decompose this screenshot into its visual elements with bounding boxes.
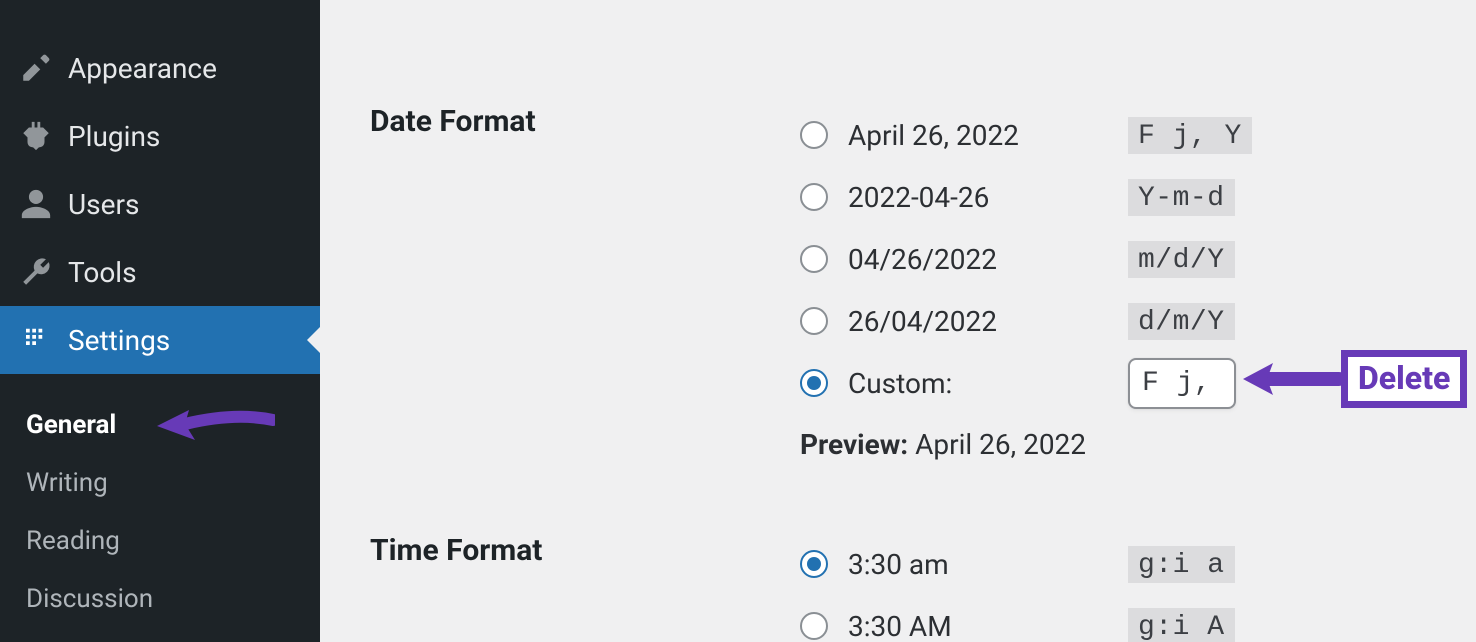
radio-icon[interactable] <box>800 183 828 211</box>
appearance-icon <box>18 50 54 86</box>
radio-icon[interactable] <box>800 550 828 578</box>
annotation-arrow-general <box>155 406 275 450</box>
sidebar-item-label: Settings <box>68 324 170 357</box>
sidebar-item-settings[interactable]: Settings <box>0 306 320 374</box>
section-time-format: Time Format 3:30 am g:i a 3:30 AM g:i A <box>370 461 1476 642</box>
tools-icon <box>18 254 54 290</box>
settings-icon <box>18 322 54 358</box>
radio-icon[interactable] <box>800 612 828 640</box>
option-label: April 26, 2022 <box>848 119 1128 152</box>
sidebar-item-label: Tools <box>68 256 137 289</box>
sidebar-item-tools[interactable]: Tools <box>0 238 320 306</box>
annotation-arrow-delete: Delete <box>1243 350 1467 408</box>
sidebar-item-label: Users <box>68 188 139 221</box>
submenu-item-discussion[interactable]: Discussion <box>26 570 320 628</box>
option-code: Y-m-d <box>1128 179 1235 216</box>
date-format-option[interactable]: 04/26/2022 m/d/Y <box>800 228 1476 290</box>
sidebar-item-plugins[interactable]: Plugins <box>0 102 320 170</box>
submenu-item-writing[interactable]: Writing <box>26 454 320 512</box>
option-code: g:i a <box>1128 546 1235 583</box>
settings-main: Date Format April 26, 2022 F j, Y 2022-0… <box>320 0 1476 642</box>
users-icon <box>18 186 54 222</box>
radio-icon[interactable] <box>800 245 828 273</box>
annotation-label-delete: Delete <box>1341 350 1467 408</box>
option-code: g:i A <box>1128 608 1235 642</box>
custom-date-format-input[interactable] <box>1128 358 1236 409</box>
preview-value: April 26, 2022 <box>915 428 1086 461</box>
time-format-options: 3:30 am g:i a 3:30 AM g:i A <box>800 533 1476 642</box>
sidebar-item-appearance[interactable]: Appearance <box>0 34 320 102</box>
plugins-icon <box>18 118 54 154</box>
sidebar-item-label: Appearance <box>68 52 217 85</box>
option-label: 3:30 AM <box>848 610 1128 642</box>
radio-icon[interactable] <box>800 307 828 335</box>
option-label: Custom: <box>848 367 1128 400</box>
sidebar-item-label: Plugins <box>68 120 160 153</box>
preview-label: Preview: <box>800 428 908 461</box>
radio-icon[interactable] <box>800 121 828 149</box>
option-code: m/d/Y <box>1128 241 1235 278</box>
option-label: 26/04/2022 <box>848 305 1128 338</box>
section-title-date-format: Date Format <box>370 104 800 139</box>
section-title-time-format: Time Format <box>370 533 800 568</box>
date-format-option[interactable]: April 26, 2022 F j, Y <box>800 104 1476 166</box>
option-label: 04/26/2022 <box>848 243 1128 276</box>
radio-icon[interactable] <box>800 369 828 397</box>
sidebar-item-users[interactable]: Users <box>0 170 320 238</box>
option-code: F j, Y <box>1128 117 1252 154</box>
admin-sidebar: Appearance Plugins Users Tools Settings <box>0 0 320 642</box>
option-label: 2022-04-26 <box>848 181 1128 214</box>
date-format-option[interactable]: 26/04/2022 d/m/Y <box>800 290 1476 352</box>
app-root: Appearance Plugins Users Tools Settings <box>0 0 1476 642</box>
submenu-item-media[interactable]: Media <box>26 628 320 642</box>
time-format-option[interactable]: 3:30 AM g:i A <box>800 595 1476 642</box>
submenu-item-reading[interactable]: Reading <box>26 512 320 570</box>
time-format-option[interactable]: 3:30 am g:i a <box>800 533 1476 595</box>
date-format-preview: Preview: April 26, 2022 <box>800 414 1476 461</box>
date-format-option[interactable]: 2022-04-26 Y-m-d <box>800 166 1476 228</box>
option-code: d/m/Y <box>1128 303 1235 340</box>
option-label: 3:30 am <box>848 548 1128 581</box>
